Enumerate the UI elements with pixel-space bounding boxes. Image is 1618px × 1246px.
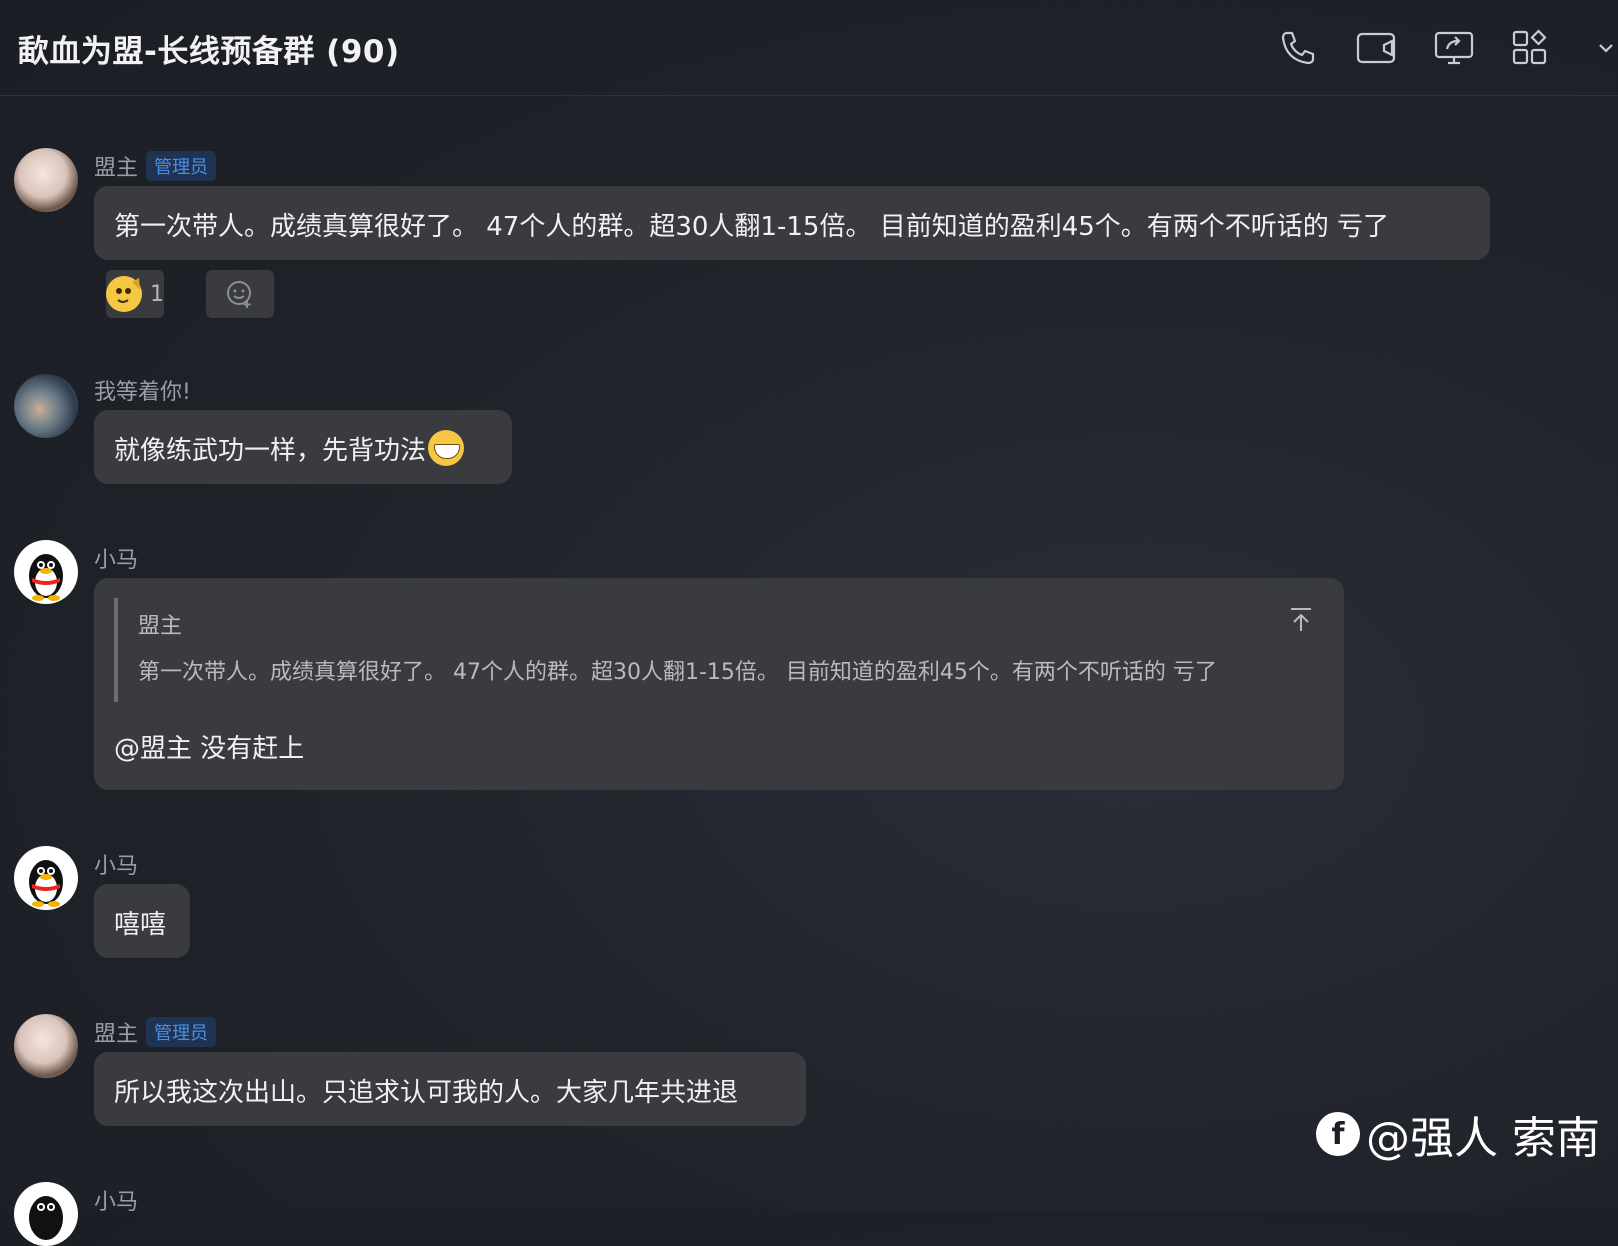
- message-bubble[interactable]: 嘻嘻: [94, 884, 190, 958]
- avatar[interactable]: [14, 374, 78, 438]
- chevron-down-icon[interactable]: [1596, 26, 1616, 70]
- jump-to-original-icon[interactable]: [1288, 606, 1314, 634]
- reaction-count: 1: [150, 281, 164, 307]
- message-text: @盟主 没有赶上: [114, 734, 305, 764]
- message-bubble[interactable]: 盟主 第一次带人。成绩真算很好了。 47个人的群。超30人翻1-15倍。 目前知…: [94, 578, 1344, 790]
- admin-badge: 管理员: [146, 1017, 217, 1047]
- group-title: 歃血为盟-长线预备群 (90): [18, 34, 400, 70]
- sender-name[interactable]: 小马: [94, 848, 138, 880]
- watermark-text: @强人 索南: [1366, 1113, 1600, 1164]
- message-text: 所以我这次出山。只追求认可我的人。大家几年共进退: [114, 1078, 739, 1108]
- reaction-chip[interactable]: 1: [106, 270, 164, 318]
- facebook-logo-icon: f: [1316, 1112, 1360, 1156]
- avatar[interactable]: [14, 148, 78, 212]
- message-bubble[interactable]: 所以我这次出山。只追求认可我的人。大家几年共进退: [94, 1052, 806, 1126]
- admin-badge: 管理员: [146, 151, 217, 181]
- message-text: 就像练武功一样，先背功法: [114, 436, 427, 466]
- qq-penguin-icon: [29, 860, 63, 907]
- grinning-face-emoji: [428, 430, 465, 466]
- sender-name[interactable]: 盟主: [94, 156, 138, 181]
- chat-header: 歃血为盟-长线预备群 (90): [0, 0, 1618, 96]
- sender-name-row: 盟主 管理员: [94, 1016, 217, 1048]
- message-bubble[interactable]: 就像练武功一样，先背功法: [94, 410, 512, 484]
- sender-name[interactable]: 小马: [94, 542, 138, 574]
- video-camera-icon[interactable]: [1354, 26, 1398, 70]
- salute-face-emoji: [106, 276, 142, 312]
- sender-name-row: 盟主 管理员: [94, 150, 217, 182]
- sender-name[interactable]: 我等着你!: [94, 374, 191, 406]
- avatar[interactable]: [14, 846, 78, 910]
- screen-share-icon[interactable]: [1432, 26, 1476, 70]
- message-bubble[interactable]: 第一次带人。成绩真算很好了。 47个人的群。超30人翻1-15倍。 目前知道的盈…: [94, 186, 1490, 260]
- add-emoji-icon: [227, 281, 251, 308]
- watermark: f @强人 索南: [1316, 1102, 1600, 1166]
- message-text: 嘻嘻: [114, 910, 167, 940]
- avatar[interactable]: [14, 1014, 78, 1078]
- quote-sender: 盟主: [138, 614, 183, 639]
- quote-text: 第一次带人。成绩真算很好了。 47个人的群。超30人翻1-15倍。 目前知道的盈…: [138, 660, 1217, 685]
- phone-icon[interactable]: [1276, 26, 1320, 70]
- quoted-message[interactable]: 盟主 第一次带人。成绩真算很好了。 47个人的群。超30人翻1-15倍。 目前知…: [114, 598, 1324, 702]
- sender-name[interactable]: 小马: [94, 1184, 138, 1216]
- apps-grid-icon[interactable]: [1508, 26, 1552, 70]
- avatar[interactable]: [14, 540, 78, 604]
- avatar[interactable]: [14, 1182, 78, 1246]
- qq-penguin-icon: [29, 554, 63, 601]
- message-text: 第一次带人。成绩真算很好了。 47个人的群。超30人翻1-15倍。 目前知道的盈…: [114, 212, 1390, 242]
- sender-name[interactable]: 盟主: [94, 1022, 138, 1047]
- add-reaction-button[interactable]: [206, 270, 274, 318]
- qq-penguin-icon: [29, 1196, 63, 1240]
